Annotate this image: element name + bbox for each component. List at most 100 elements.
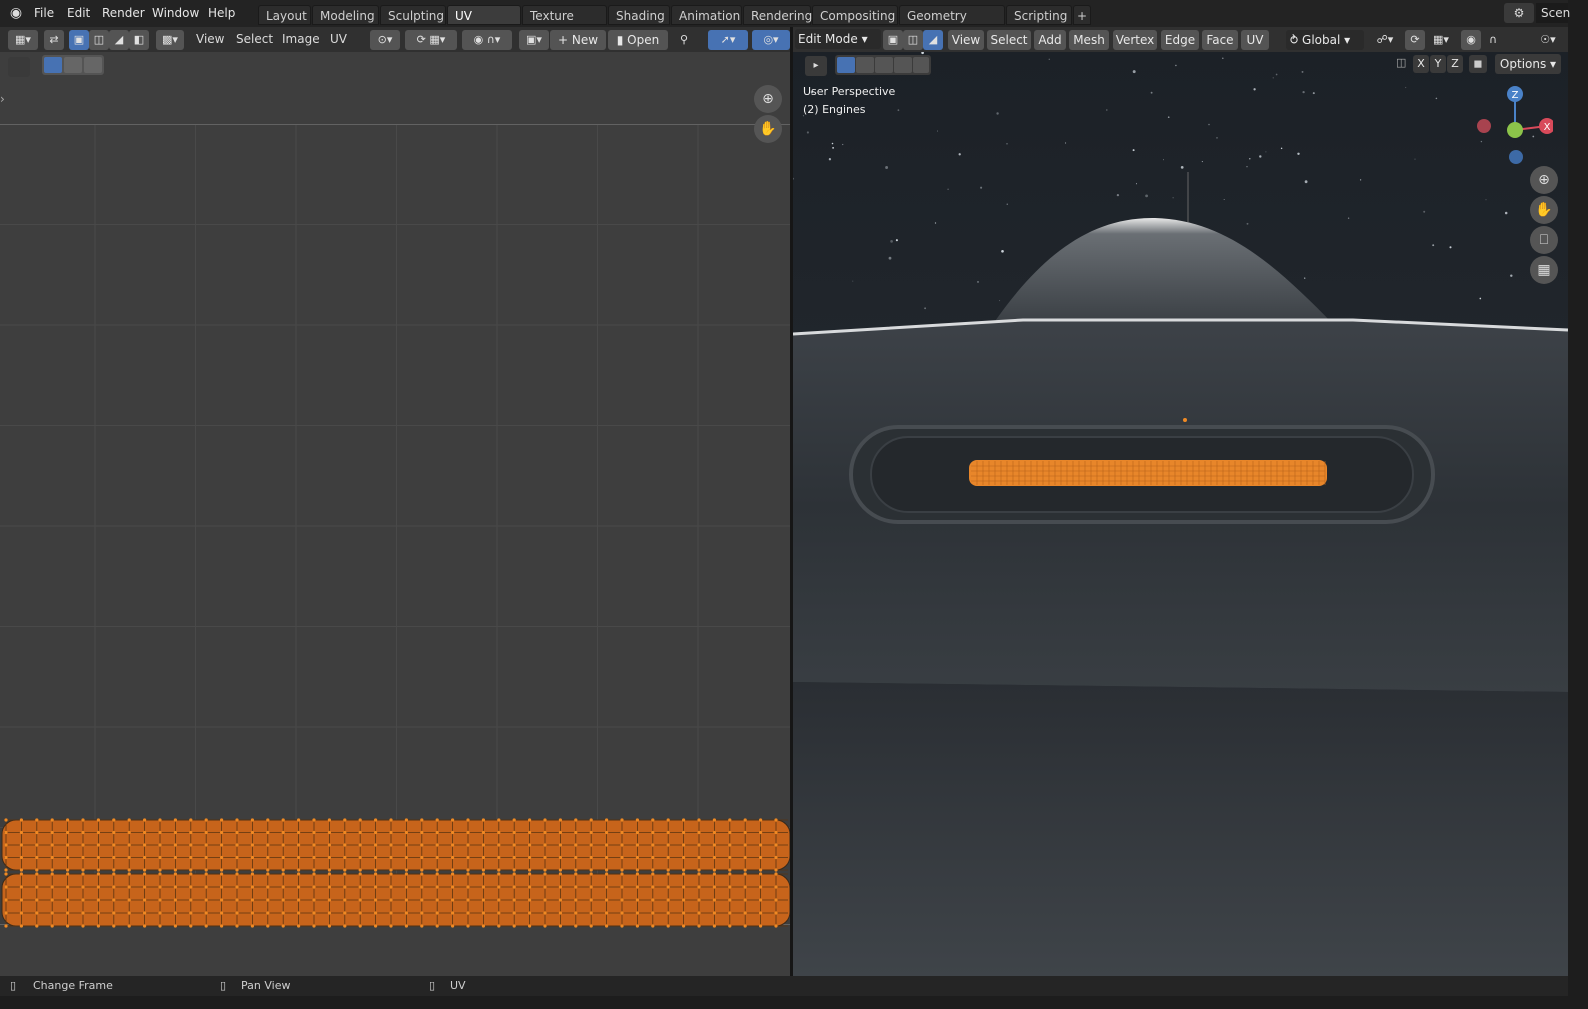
menu-render[interactable]: Render <box>97 4 150 22</box>
face-select-icon[interactable]: ◢ <box>109 30 129 50</box>
vp-menu-uv[interactable]: UV <box>1241 30 1269 50</box>
axis-z-toggle[interactable]: Z <box>1447 55 1463 73</box>
add-workspace-button[interactable]: + <box>1073 5 1091 25</box>
vertex-select-icon[interactable]: ▣ <box>69 30 89 50</box>
menu-window[interactable]: Window <box>147 4 204 22</box>
sticky-select-icon[interactable]: ▩▾ <box>156 30 184 50</box>
pivot-point-icon[interactable]: ☍▾ <box>1371 30 1399 50</box>
blender-logo-icon[interactable]: ◉ <box>6 4 26 22</box>
island-select-icon[interactable]: ◧ <box>129 30 149 50</box>
viewport-header: Edit Mode ▾ ▣ ◫ ◢ View Select Add Mesh V… <box>793 27 1568 52</box>
3d-viewport[interactable]: ▸ User Perspective (2) Engines ◫ X Y Z ◼… <box>793 52 1568 976</box>
gizmo-z-label: Z <box>1512 90 1519 101</box>
uv-menu-view[interactable]: View <box>192 29 228 49</box>
edge-select-icon[interactable]: ◫ <box>89 30 109 50</box>
tab-scripting[interactable]: Scripting <box>1006 5 1072 25</box>
vp-select-subtract-icon[interactable] <box>875 57 893 73</box>
vp-select-invert-icon[interactable] <box>894 57 912 73</box>
mode-dropdown[interactable]: Edit Mode ▾ <box>795 29 881 49</box>
tab-layout[interactable]: Layout <box>258 5 311 25</box>
camera-view-icon[interactable]: ⎕ <box>1530 226 1558 254</box>
zoom-icon[interactable]: ⊕ <box>754 85 782 113</box>
selected-engine-mesh <box>969 460 1327 486</box>
vp-select-new-icon[interactable] <box>837 57 855 73</box>
options-label: Options <box>1499 57 1547 71</box>
vp-menu-add[interactable]: Add <box>1034 30 1066 50</box>
snap-icon[interactable]: ⟳ ▦▾ <box>405 30 457 50</box>
new-image-button[interactable]: + New <box>550 30 606 50</box>
viewport-scene <box>793 52 1568 976</box>
active-object-label: (2) Engines <box>803 103 866 116</box>
uv-menu-uv[interactable]: UV <box>326 29 351 49</box>
auto-merge-icon[interactable]: ◼ <box>1469 55 1487 73</box>
tab-compositing[interactable]: Compositing <box>812 5 898 25</box>
mouse-left-icon: ▯ <box>10 979 17 992</box>
uv-menu-image[interactable]: Image <box>278 29 324 49</box>
orientation-dropdown[interactable]: ⥁ Global ▾ <box>1286 30 1364 50</box>
viewport-tool-icon[interactable]: ▸ <box>805 56 827 76</box>
uv-editor-header: ▦▾ ⇄ ▣ ◫ ◢ ◧ ▩▾ View Select Image UV ⊙▾ … <box>0 27 790 52</box>
axis-x-toggle[interactable]: X <box>1413 55 1429 73</box>
open-image-button[interactable]: ▮ Open <box>608 30 668 50</box>
overlay-toggle-icon[interactable]: ◎▾ <box>752 30 790 50</box>
menu-edit[interactable]: Edit <box>62 4 95 22</box>
vertex-mode-icon[interactable]: ▣ <box>883 30 903 50</box>
edge-mode-icon[interactable]: ◫ <box>903 30 923 50</box>
view-perspective-label: User Perspective <box>803 85 896 98</box>
mirror-icon[interactable]: ◫ <box>1396 56 1410 72</box>
uv-editor-area[interactable]: › ⊕ ✋ <box>0 52 790 976</box>
vp-menu-vertex[interactable]: Vertex <box>1113 30 1157 50</box>
tab-animation[interactable]: Animation <box>671 5 742 25</box>
uv-menu-select[interactable]: Select <box>232 29 277 49</box>
axis-y-toggle[interactable]: Y <box>1430 55 1446 73</box>
navigation-gizmo[interactable]: Z X <box>1473 84 1553 169</box>
gizmo-toggle-icon[interactable]: ➚▾ <box>708 30 748 50</box>
proportional-edit-icon[interactable]: ◉ ∩▾ <box>462 30 512 50</box>
editor-type-icon[interactable]: ▦▾ <box>8 30 38 50</box>
snap-target-icon[interactable]: ▦▾ <box>1427 30 1455 50</box>
image-browse-icon[interactable]: ▣▾ <box>519 30 549 50</box>
vp-menu-view[interactable]: View <box>948 30 984 50</box>
menu-help[interactable]: Help <box>203 4 240 22</box>
vp-menu-edge[interactable]: Edge <box>1161 30 1199 50</box>
pin-icon[interactable]: ⚲ <box>674 30 694 50</box>
open-image-label: Open <box>627 33 660 47</box>
tab-uv-editing[interactable]: UV Editing <box>447 5 521 43</box>
sync-selection-icon[interactable]: ⇄ <box>44 30 64 50</box>
status-pan-view: Pan View <box>241 979 291 992</box>
uv-grid <box>0 124 790 928</box>
tab-modeling[interactable]: Modeling <box>312 5 379 25</box>
mode-label: Edit Mode <box>798 32 858 46</box>
vp-select-extend-icon[interactable] <box>856 57 874 73</box>
vp-menu-face[interactable]: Face <box>1202 30 1238 50</box>
tab-sculpting[interactable]: Sculpting <box>380 5 446 25</box>
pan-hand-icon[interactable]: ✋ <box>754 115 782 143</box>
snap-magnet-icon[interactable]: ⟳ <box>1405 30 1425 50</box>
gizmo-x-label: X <box>1544 122 1551 133</box>
vp-zoom-icon[interactable]: ⊕ <box>1530 166 1558 194</box>
menu-file[interactable]: File <box>29 4 59 22</box>
orientation-label: Global <box>1302 33 1341 47</box>
scene-selector-icon[interactable]: ⚙ <box>1504 3 1534 23</box>
status-uv: UV <box>450 979 466 992</box>
tab-texture-paint[interactable]: Texture Paint <box>522 5 607 43</box>
tab-shading[interactable]: Shading <box>608 5 670 25</box>
vp-menu-select[interactable]: Select <box>987 30 1031 50</box>
visibility-icon[interactable]: ☉▾ <box>1533 30 1563 50</box>
vp-select-intersect-icon[interactable] <box>913 57 929 73</box>
falloff-icon[interactable]: ∩ <box>1483 30 1503 50</box>
viewport-select-modes[interactable] <box>835 55 931 75</box>
tab-geometry-nodes[interactable]: Geometry Nodes <box>899 5 1005 43</box>
status-bar: ▯ Change Frame ▯ Pan View ▯ UV <box>0 976 1568 996</box>
vp-menu-mesh[interactable]: Mesh <box>1069 30 1109 50</box>
face-mode-icon[interactable]: ◢ <box>923 30 943 50</box>
status-change-frame: Change Frame <box>33 979 113 992</box>
scene-name[interactable]: Scen <box>1536 3 1570 23</box>
pivot-icon[interactable]: ⊙▾ <box>370 30 400 50</box>
ortho-grid-icon[interactable]: ▦ <box>1530 256 1558 284</box>
proportional-icon[interactable]: ◉ <box>1461 30 1481 50</box>
vp-pan-hand-icon[interactable]: ✋ <box>1530 196 1558 224</box>
options-dropdown[interactable]: Options ▾ <box>1495 54 1561 74</box>
tab-rendering[interactable]: Rendering <box>743 5 812 25</box>
mouse-middle-icon: ▯ <box>220 979 227 992</box>
